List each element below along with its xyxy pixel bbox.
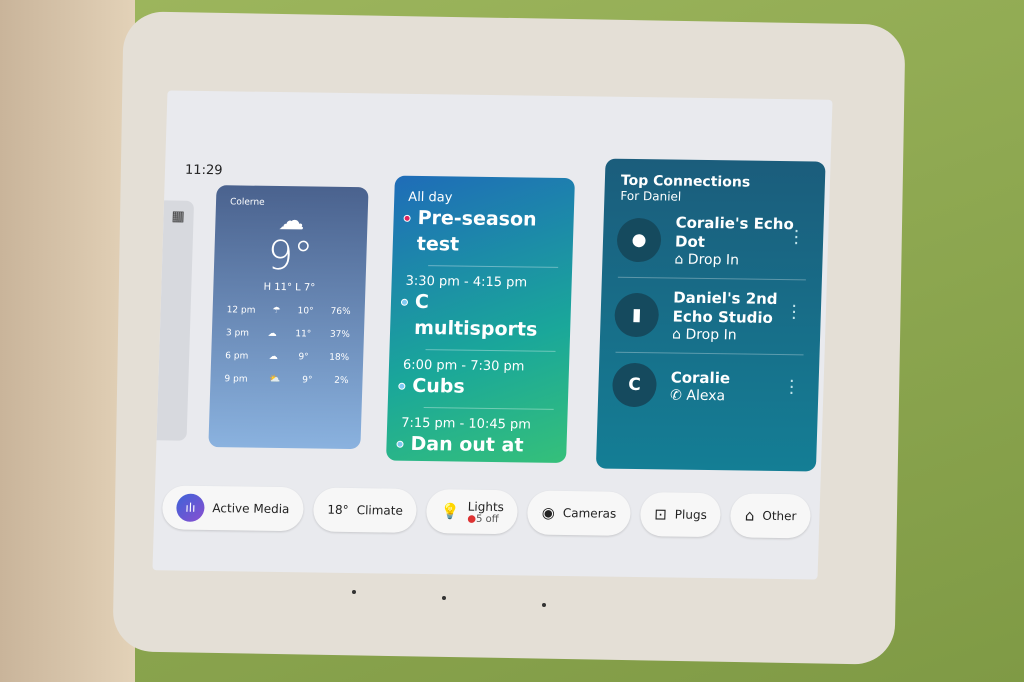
event-dot <box>400 298 409 306</box>
weather-temp: 9° <box>266 232 314 280</box>
shortcut-label: Active Media <box>212 501 290 517</box>
calendar-event[interactable]: 7:15 pm - 10:45 pmDan out at dinner in B… <box>386 416 567 463</box>
drop-in-icon: ⌂ <box>674 251 684 268</box>
shortcut-other[interactable]: ⌂ Other <box>730 493 812 539</box>
hour-precip: 2% <box>334 375 349 386</box>
connection-name: Daniel's 2nd Echo Studio <box>672 288 778 327</box>
mic-dot <box>542 603 546 607</box>
hour-time: 9 pm <box>224 374 248 385</box>
climate-temp: 18° <box>327 502 349 517</box>
shortcut-climate[interactable]: 18° Climate <box>312 487 418 533</box>
calendar-card[interactable]: All day Pre-season test 3:30 pm - 4:15 pm C… <box>386 175 575 464</box>
event-title: Pre-season test <box>416 206 537 256</box>
connection-action: Drop In <box>687 251 740 269</box>
cloud-icon: ☁ <box>267 328 277 339</box>
weather-high-low: H 11° L 7° <box>263 281 316 294</box>
hour-temp: 11° <box>295 329 312 340</box>
hourly-row: 3 pm ☁ 11° 37% <box>212 328 364 340</box>
hour-precip: 18% <box>329 352 350 363</box>
hourly-row: 9 pm ⛅ 9° 2% <box>210 374 362 386</box>
event-title: Cubs <box>412 374 466 398</box>
shortcut-cameras[interactable]: ◉ Cameras <box>527 490 631 536</box>
connection-item[interactable]: ▮ Daniel's 2nd Echo Studio ⌂ Drop In · · · <box>600 278 822 355</box>
divider <box>425 349 556 352</box>
phone-icon: ✆ <box>669 386 683 404</box>
hour-temp: 9° <box>298 352 309 363</box>
media-bars-icon: ılı <box>175 493 205 522</box>
hourly-row: 6 pm ☁ 9° 18% <box>211 351 363 363</box>
more-options-icon[interactable]: · · · <box>791 296 798 329</box>
shortcut-label: Lights <box>467 499 505 514</box>
status-dot: ● <box>467 513 477 525</box>
device-screen: 11:29 ▦ Colerne ☁ 9° H 11° L 7° 12 pm ☂ 10… <box>152 90 833 580</box>
connection-name: Coralie <box>670 367 731 387</box>
weather-card[interactable]: Colerne ☁ 9° H 11° L 7° 12 pm ☂ 10° 76% 3 pm… <box>208 185 369 450</box>
shortcut-lights[interactable]: 💡 Lights ●5 off <box>426 489 519 535</box>
shortcut-active-media[interactable]: ılı Active Media <box>161 485 305 532</box>
side-panel[interactable]: ▦ <box>156 200 195 441</box>
more-options-icon[interactable]: · · · <box>793 221 800 254</box>
shortcut-label: Cameras <box>562 505 617 521</box>
hour-time: 6 pm <box>225 351 249 362</box>
hour-time: 3 pm <box>225 328 250 339</box>
shortcut-label: Climate <box>356 503 404 518</box>
home-icon: ⌂ <box>744 506 755 525</box>
camera-icon: ◉ <box>541 503 556 522</box>
event-dot <box>403 214 411 222</box>
hour-temp: 10° <box>297 306 314 317</box>
calendar-event[interactable]: 3:30 pm - 4:15 pm C multisports <box>389 274 571 352</box>
divider <box>423 407 554 410</box>
connection-item[interactable]: ● Coralie's Echo Dot ⌂ Drop In · · · <box>602 203 824 280</box>
event-dot <box>398 382 406 390</box>
calendar-event[interactable]: 6:00 pm - 7:30 pm Cubs <box>388 358 570 410</box>
hour-temp: 9° <box>302 375 313 386</box>
hourly-row: 12 pm ☂ 10° 76% <box>212 305 364 317</box>
more-options-icon[interactable]: · · · <box>788 371 795 404</box>
hour-precip: 76% <box>330 306 351 318</box>
connection-item[interactable]: C Coralie ✆ Alexa · · · <box>597 352 819 419</box>
lights-status: 5 off <box>475 513 499 525</box>
hour-precip: 37% <box>329 329 351 341</box>
partly-cloudy-icon: ⛅ <box>269 374 281 386</box>
clock: 11:29 <box>184 162 223 179</box>
connection-avatar: C <box>611 362 658 408</box>
divider <box>428 265 559 268</box>
event-title: Dan out at dinner in Bath <box>409 432 524 463</box>
connection-avatar: ● <box>616 217 662 263</box>
connections-card[interactable]: Top Connections For Daniel ● Coralie's Ec… <box>595 158 826 472</box>
connection-name: Coralie's Echo Dot <box>674 213 795 251</box>
connection-avatar: ▮ <box>614 292 660 338</box>
mic-dot <box>352 590 356 594</box>
cloud-icon: ☁ <box>268 351 278 362</box>
shortcut-plugs[interactable]: ⊡ Plugs <box>639 492 722 538</box>
connection-action: Drop In <box>685 326 737 344</box>
hour-time: 12 pm <box>226 305 256 316</box>
bulb-icon: 💡 <box>440 502 460 521</box>
drop-in-icon: ⌂ <box>671 326 682 343</box>
event-dot <box>396 440 404 448</box>
plug-icon: ⊡ <box>653 505 668 524</box>
shortcut-label: Other <box>762 508 797 524</box>
calendar-event[interactable]: All day Pre-season test <box>392 190 574 268</box>
rain-icon: ☂ <box>272 305 281 317</box>
event-title: C multisports <box>413 290 538 341</box>
mic-dot <box>442 596 446 600</box>
connection-action: Alexa <box>686 387 726 404</box>
apps-grid-icon[interactable]: ▦ <box>171 209 185 225</box>
shortcut-label: Plugs <box>674 507 708 522</box>
